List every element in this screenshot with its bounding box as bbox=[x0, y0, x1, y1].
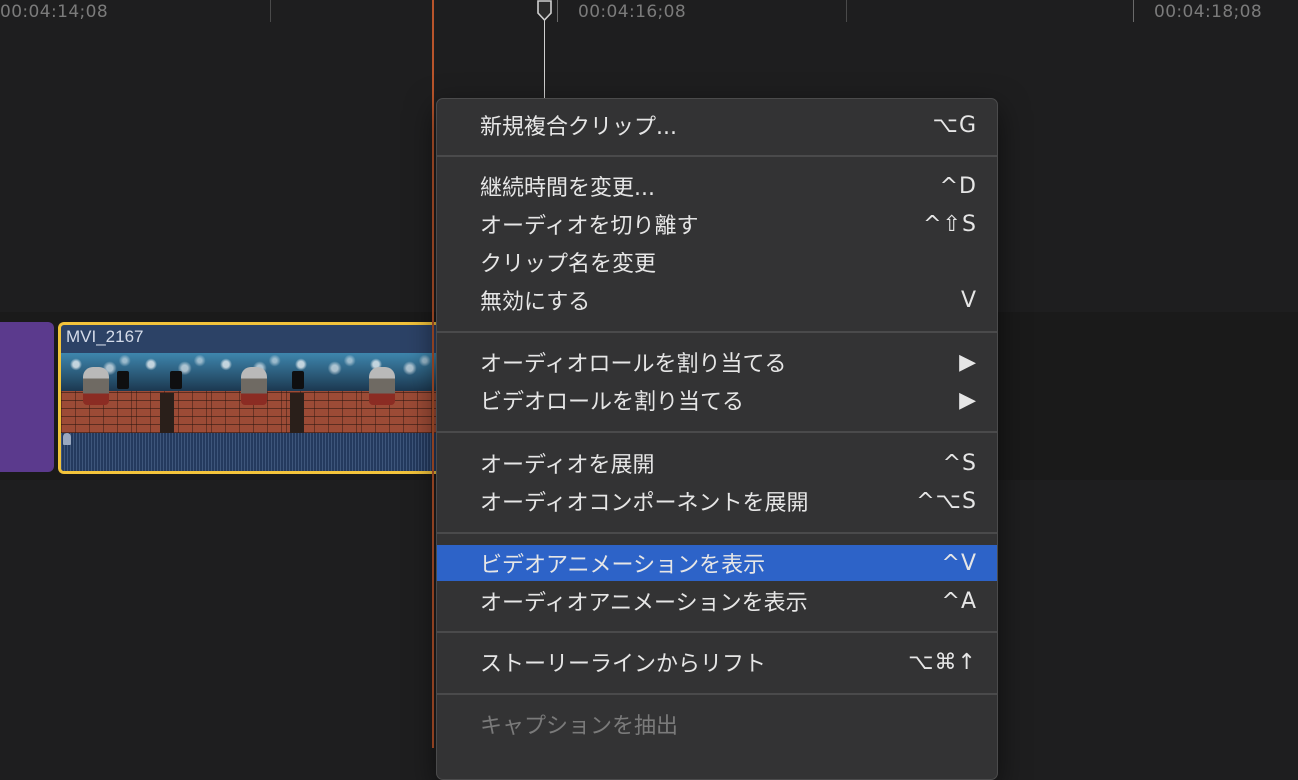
submenu-arrow-icon: ▶ bbox=[959, 349, 977, 375]
clip-filmstrip bbox=[61, 353, 437, 433]
menu-item-assign-audio-role[interactable]: オーディオロールを割り当てる ▶ bbox=[437, 344, 997, 380]
playhead[interactable] bbox=[432, 0, 434, 748]
menu-item-expand-audio-components[interactable]: オーディオコンポーネントを展開 ^⌥S bbox=[437, 483, 997, 519]
menu-item-rename-clip[interactable]: クリップ名を変更 bbox=[437, 244, 997, 280]
menu-separator bbox=[437, 532, 997, 534]
menu-item-show-audio-animation[interactable]: オーディオアニメーションを表示 ^A bbox=[437, 583, 997, 619]
audio-waveform bbox=[61, 433, 437, 471]
menu-item-lift-from-storyline[interactable]: ストーリーラインからリフト ⌥⌘↑ bbox=[437, 644, 997, 680]
menu-item-detach-audio[interactable]: オーディオを切り離す ^⇧S bbox=[437, 206, 997, 242]
menu-separator bbox=[437, 331, 997, 333]
menu-item-assign-video-role[interactable]: ビデオロールを割り当てる ▶ bbox=[437, 382, 997, 418]
submenu-arrow-icon: ▶ bbox=[959, 387, 977, 413]
ruler-tick bbox=[557, 0, 558, 22]
shortcut-label: ^A bbox=[941, 588, 977, 614]
shortcut-label: ^⇧S bbox=[923, 211, 977, 237]
clip-marker-icon[interactable] bbox=[63, 433, 71, 445]
shortcut-label: ^V bbox=[941, 550, 977, 576]
video-clip[interactable]: MVI_2167 bbox=[58, 322, 437, 474]
skimmer-head-icon[interactable] bbox=[536, 0, 553, 22]
menu-item-expand-audio[interactable]: オーディオを展開 ^S bbox=[437, 445, 997, 481]
shortcut-label: ^D bbox=[939, 173, 977, 199]
shortcut-label: ^S bbox=[942, 450, 977, 476]
ruler-tick bbox=[1133, 0, 1134, 22]
menu-item-show-video-animation[interactable]: ビデオアニメーションを表示 ^V bbox=[437, 545, 997, 581]
filmstrip-frame bbox=[211, 353, 286, 433]
ruler-tick bbox=[846, 0, 847, 22]
timecode-label: 00:04:16;08 bbox=[578, 2, 687, 22]
menu-separator bbox=[437, 631, 997, 633]
menu-item-new-compound-clip[interactable]: 新規複合クリップ... ⌥G bbox=[437, 107, 997, 143]
compound-clip[interactable] bbox=[0, 322, 54, 472]
timecode-label: 00:04:14;08 bbox=[0, 2, 109, 22]
shortcut-label: V bbox=[960, 287, 977, 313]
shortcut-label: ⌥⌘↑ bbox=[908, 649, 977, 675]
menu-item-extract-captions: キャプションを抽出 bbox=[480, 714, 679, 739]
context-menu: 新規複合クリップ... ⌥G 継続時間を変更... ^D オーディオを切り離す … bbox=[436, 98, 998, 780]
menu-item-change-duration[interactable]: 継続時間を変更... ^D bbox=[437, 168, 997, 204]
clip-title: MVI_2167 bbox=[66, 327, 144, 346]
menu-separator bbox=[437, 431, 997, 433]
skimmer-line bbox=[544, 14, 545, 100]
shortcut-label: ⌥G bbox=[932, 112, 977, 138]
timeline-ruler[interactable]: 00:04:14;08 00:04:16;08 00:04:18;08 bbox=[0, 0, 1298, 26]
filmstrip-frame bbox=[136, 353, 211, 433]
menu-item-disable[interactable]: 無効にする V bbox=[437, 282, 997, 318]
filmstrip-frame bbox=[286, 353, 361, 433]
ruler-tick bbox=[270, 0, 271, 22]
timecode-label: 00:04:18;08 bbox=[1154, 2, 1263, 22]
filmstrip-frame bbox=[61, 353, 136, 433]
menu-separator bbox=[437, 155, 997, 157]
menu-separator bbox=[437, 693, 997, 695]
filmstrip-frame bbox=[361, 353, 436, 433]
shortcut-label: ^⌥S bbox=[916, 488, 977, 514]
